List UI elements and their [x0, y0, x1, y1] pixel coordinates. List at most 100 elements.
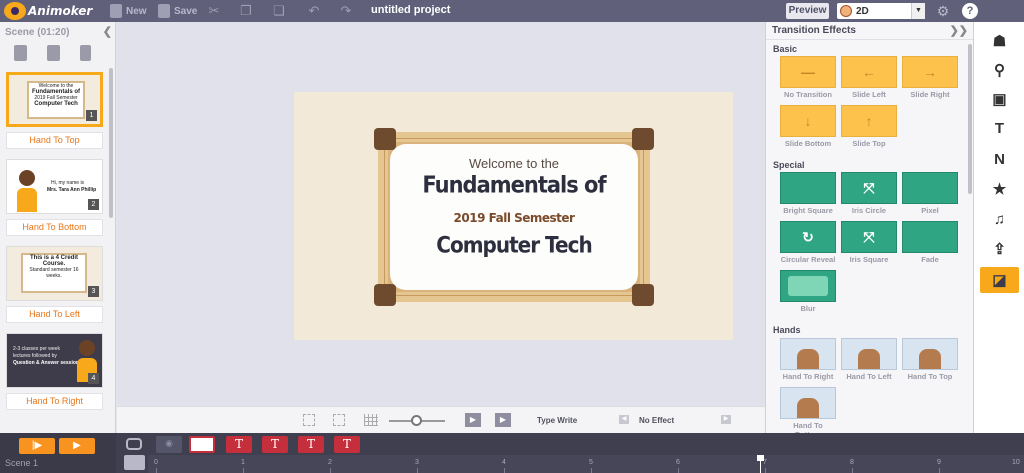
- scene-item-2[interactable]: Hi, my name is Mrs. Tara Ann Phillip 2 H…: [6, 159, 103, 236]
- timeline-item-text[interactable]: T: [262, 436, 288, 453]
- tick-mark: [591, 468, 592, 473]
- board-welcome-text[interactable]: Welcome to the: [469, 156, 559, 171]
- timeline-item-text[interactable]: T: [226, 436, 252, 453]
- scene-tools: [0, 42, 115, 64]
- fullscreen-icon[interactable]: [333, 414, 345, 426]
- add-scene-icon[interactable]: [14, 45, 27, 61]
- scene-canvas[interactable]: Welcome to the Fundamentals of 2019 Fall…: [294, 92, 733, 340]
- timeline-item-board[interactable]: [189, 436, 215, 453]
- fx-scrollbar[interactable]: [968, 44, 972, 194]
- fx-slide-left[interactable]: ← Slide Left: [841, 56, 897, 99]
- play-icon[interactable]: ▶: [495, 413, 511, 427]
- tick-mark: [417, 468, 418, 473]
- redo-icon[interactable]: ↷: [340, 4, 352, 18]
- music-icon[interactable]: ♫: [980, 206, 1019, 232]
- robot-icon[interactable]: [126, 438, 142, 450]
- fx-circular-reveal[interactable]: ↻ Circular Reveal: [780, 221, 836, 264]
- collapse-left-icon[interactable]: ❮: [103, 25, 112, 38]
- timeline-item-text[interactable]: T: [298, 436, 324, 453]
- special-effects-icon[interactable]: ★: [980, 176, 1019, 202]
- duplicate-scene-icon[interactable]: [47, 45, 60, 61]
- props-icon[interactable]: ⚲: [980, 57, 1019, 83]
- timeline-playhead[interactable]: [757, 455, 764, 473]
- scene-transition-button[interactable]: Hand To Right: [6, 393, 103, 410]
- play-from-start-icon[interactable]: ▶: [465, 413, 481, 427]
- board-course-text[interactable]: Computer Tech: [436, 232, 592, 258]
- fx-bright-square[interactable]: Bright Square: [780, 172, 836, 215]
- scene-item-1[interactable]: Welcome to the Fundamentals of 2019 Fall…: [6, 72, 103, 149]
- tick-label: 10: [1012, 459, 1020, 466]
- mode-select[interactable]: 2D ▼: [837, 3, 925, 19]
- save-button[interactable]: Save: [158, 3, 197, 19]
- tick-label: 2: [328, 459, 332, 466]
- right-toolbar: ☗ ⚲ ▣ T N ★ ♫ ⇪ ◪: [973, 22, 1024, 433]
- scene-thumbnail[interactable]: This is a 4 Credit Course. Standard seme…: [6, 246, 103, 301]
- character-icon[interactable]: ☗: [980, 28, 1019, 54]
- scene-transition-button[interactable]: Hand To Top: [6, 132, 103, 149]
- fx-slide-bottom[interactable]: ↓ Slide Bottom: [780, 105, 836, 148]
- chalkboard-frame[interactable]: Welcome to the Fundamentals of 2019 Fall…: [378, 132, 650, 302]
- fx-label: Pixel: [921, 206, 939, 215]
- fx-hand-to-top[interactable]: Hand To Top: [902, 338, 958, 381]
- arrow-right-icon: →: [902, 56, 958, 88]
- scene-thumbnail[interactable]: 2-3 classes per week lectures followed b…: [6, 333, 103, 388]
- help-icon[interactable]: ?: [962, 3, 978, 19]
- exit-effect-label[interactable]: No Effect: [639, 416, 674, 425]
- scene-transition-button[interactable]: Hand To Left: [6, 306, 103, 323]
- board-title-text[interactable]: Fundamentals of: [422, 172, 606, 198]
- fx-no-transition[interactable]: — No Transition: [780, 56, 836, 99]
- image-icon[interactable]: ▣: [980, 86, 1019, 112]
- timeline-item-character[interactable]: ◉: [156, 436, 182, 453]
- copy-icon[interactable]: ❐: [240, 4, 252, 18]
- tick-mark: [678, 468, 679, 473]
- fx-fade[interactable]: Fade: [902, 221, 958, 264]
- scene-thumbnail[interactable]: Welcome to the Fundamentals of 2019 Fall…: [6, 72, 103, 127]
- trash-icon[interactable]: [80, 45, 91, 61]
- zoom-slider-knob[interactable]: [411, 415, 422, 426]
- frame-corner: [632, 128, 654, 150]
- logo-icon: [4, 2, 26, 20]
- zoom-slider[interactable]: [389, 415, 445, 426]
- scene-item-4[interactable]: 2-3 classes per week lectures followed b…: [6, 333, 103, 410]
- scene-item-3[interactable]: This is a 4 Credit Course. Standard seme…: [6, 246, 103, 323]
- timeline-scene-label: Scene 1: [5, 458, 39, 468]
- upload-icon[interactable]: ⇪: [980, 236, 1019, 262]
- timeline-item-text[interactable]: T: [334, 436, 360, 453]
- cut-icon[interactable]: ✂: [208, 4, 220, 18]
- text-icon[interactable]: T: [980, 115, 1019, 141]
- fx-pixel[interactable]: Pixel: [902, 172, 958, 215]
- fx-iris-circle[interactable]: ⤧ Iris Circle: [841, 172, 897, 215]
- enter-effect-label[interactable]: Type Write: [537, 416, 577, 425]
- transition-icon[interactable]: ◪: [980, 267, 1019, 293]
- effect-next-icon[interactable]: ▶: [721, 415, 731, 424]
- fit-icon[interactable]: [303, 414, 315, 426]
- scene-thumbnail[interactable]: Hi, my name is Mrs. Tara Ann Phillip 2: [6, 159, 103, 214]
- project-title[interactable]: untitled project: [371, 4, 450, 16]
- undo-icon[interactable]: ↶: [308, 4, 320, 18]
- fx-iris-square[interactable]: ⤧ Iris Square: [841, 221, 897, 264]
- tick-label: 6: [676, 459, 680, 466]
- timeline-ruler[interactable]: 0 1 2 3 4 5 6 7 8 9 10: [148, 455, 1024, 473]
- play-icon[interactable]: ▶: [59, 438, 95, 454]
- fx-slide-right[interactable]: → Slide Right: [902, 56, 958, 99]
- scene-number: 3: [88, 286, 99, 297]
- grid-icon[interactable]: [364, 414, 378, 426]
- effect-prev-icon[interactable]: ◀: [619, 415, 629, 424]
- fx-blur[interactable]: Blur: [780, 270, 836, 313]
- fx-hand-to-bottom[interactable]: Hand To Bottom: [780, 387, 836, 433]
- board-semester-text[interactable]: 2019 Fall Semester: [454, 211, 575, 225]
- scene-scrollbar[interactable]: [109, 68, 113, 218]
- scene-transition-button[interactable]: Hand To Bottom: [6, 219, 103, 236]
- new-button[interactable]: New: [110, 3, 147, 19]
- fx-slide-top[interactable]: ↑ Slide Top: [841, 105, 897, 148]
- fx-label: Slide Right: [910, 90, 950, 99]
- paste-icon[interactable]: ❏: [273, 4, 285, 18]
- gear-icon[interactable]: ⚙: [935, 3, 951, 19]
- fx-hand-to-right[interactable]: Hand To Right: [780, 338, 836, 381]
- camera-icon[interactable]: [124, 455, 145, 470]
- number-icon[interactable]: N: [980, 146, 1019, 172]
- play-scene-icon[interactable]: |▶: [19, 438, 55, 454]
- preview-button[interactable]: Preview: [786, 3, 829, 19]
- fx-hand-to-left[interactable]: Hand To Left: [841, 338, 897, 381]
- collapse-right-icon[interactable]: ❯❯: [950, 24, 968, 37]
